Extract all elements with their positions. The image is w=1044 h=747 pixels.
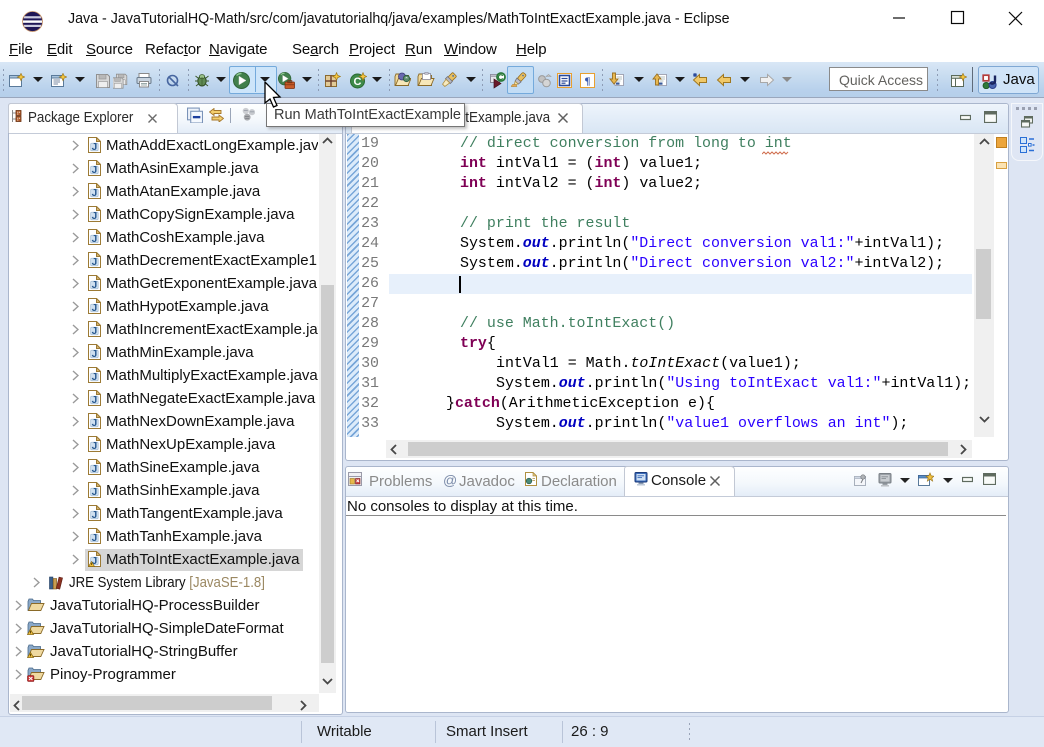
svg-text:J: J (92, 418, 98, 429)
svg-text:J: J (92, 510, 98, 521)
svg-text:J: J (92, 395, 98, 406)
svg-text:J: J (92, 487, 98, 498)
svg-text:J: J (92, 326, 98, 337)
svg-text:J: J (92, 349, 98, 360)
svg-text:J: J (92, 464, 98, 475)
svg-text:J: J (92, 257, 98, 268)
svg-text:C: C (354, 76, 362, 88)
svg-text:J: J (92, 142, 98, 153)
svg-text:J: J (92, 211, 98, 222)
svg-text:J: J (92, 234, 98, 245)
svg-text:¶: ¶ (585, 76, 591, 88)
svg-text:J: J (92, 533, 98, 544)
svg-text:J: J (92, 165, 98, 176)
svg-text:J: J (92, 280, 98, 291)
svg-text:J: J (92, 188, 98, 199)
svg-text:J: J (92, 303, 98, 314)
svg-text:J: J (92, 372, 98, 383)
svg-text:J: J (92, 441, 98, 452)
